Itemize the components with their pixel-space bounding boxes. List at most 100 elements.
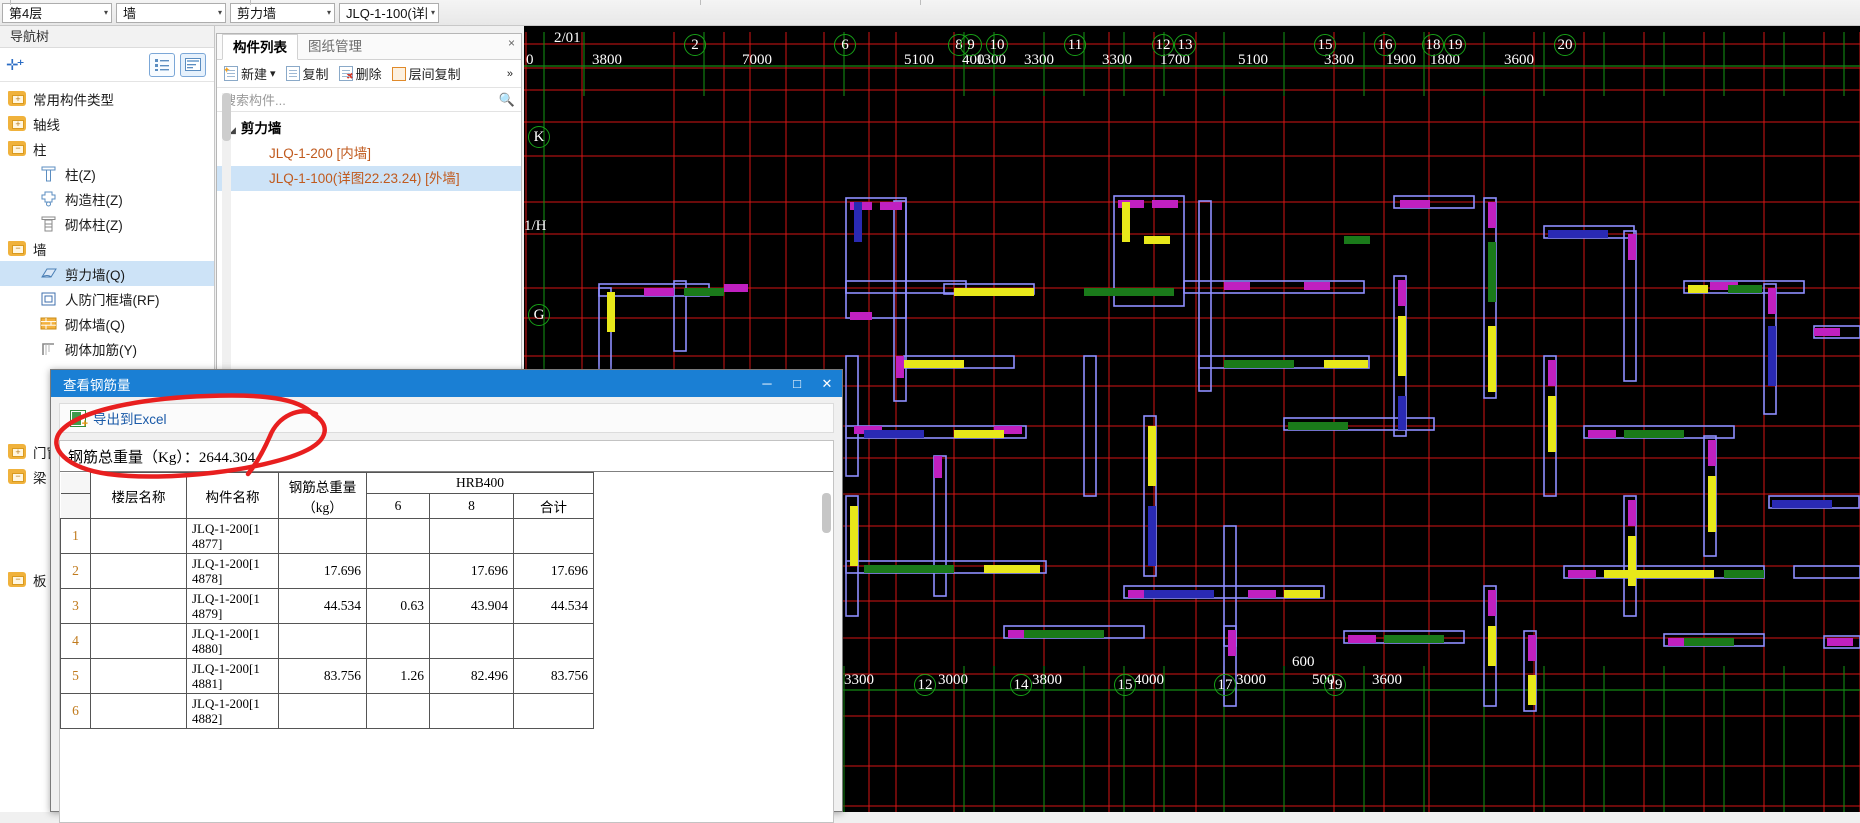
header-total-weight-line1: 钢筋总重量 [288, 479, 357, 495]
cell-sum [513, 623, 594, 659]
sidebar-item-label: 轴线 [33, 117, 60, 133]
axis-marker: G [528, 304, 550, 326]
component-list-scrollbar[interactable] [222, 93, 231, 369]
minimize-button[interactable]: ─ [752, 370, 782, 397]
sidebar-item-6[interactable]: 墙 [0, 236, 214, 261]
table-row[interactable]: 2 JLQ-1-200[1 4878] 17.696 17.696 17.696 [60, 553, 594, 589]
excel-export-icon [70, 409, 88, 430]
sidebar-item-10[interactable]: 砌体加筋(Y) [0, 336, 214, 361]
component-item-jlq-1-100[interactable]: JLQ-1-100(详图22.23.24) [外墙] [217, 166, 521, 191]
dimension-label: 3300 [844, 672, 874, 688]
component-tree: ◢ 剪力墙 JLQ-1-200 [内墙] JLQ-1-100(详图22.23.24… [217, 112, 521, 191]
dimension-label: 7000 [742, 52, 772, 68]
table-header-row-1: 楼层名称 构件名称 钢筋总重量 （kg） HRB400 [60, 472, 594, 519]
new-button[interactable]: ✦ 新建 ▾ [221, 62, 279, 85]
category-select[interactable]: 墙 ▾ [116, 2, 226, 23]
axis-marker: 15 [1114, 674, 1136, 696]
axis-marker: 19 [1324, 674, 1346, 696]
cell-size-8: 43.904 [429, 588, 514, 624]
scrollbar-thumb[interactable] [822, 493, 831, 533]
sidebar-item-2[interactable]: 柱 [0, 136, 214, 161]
sidebar-item-4[interactable]: 构造柱(Z) [0, 186, 214, 211]
list-view-icon[interactable] [149, 52, 175, 77]
copy-button[interactable]: 复制 [283, 62, 332, 85]
folder-open-icon [8, 141, 26, 156]
close-button[interactable]: ✕ [812, 370, 842, 397]
cell-size-6 [366, 553, 430, 589]
sidebar-item-1[interactable]: 轴线 [0, 111, 214, 136]
component-tree-root-label: 剪力墙 [240, 121, 282, 136]
table-row[interactable]: 5 JLQ-1-200[1 4881] 83.756 1.26 82.496 83.756 [60, 658, 594, 694]
scrollbar-thumb[interactable] [222, 93, 231, 141]
table-row[interactable]: 4 JLQ-1-200[1 4880] [60, 623, 594, 659]
cell-sum: 44.534 [513, 588, 594, 624]
cell-size-8 [429, 518, 514, 554]
toolbar-overflow-button[interactable]: » [507, 68, 517, 80]
axis-marker: 17 [1214, 674, 1236, 696]
sidebar-item-label: 柱(Z) [65, 167, 96, 183]
masonry-wall-icon [40, 316, 58, 331]
cell-size-6: 0.63 [366, 588, 430, 624]
dimension-label: 3800 [1032, 672, 1062, 688]
toolbar-spacer [10, 0, 1860, 26]
layer-copy-button[interactable]: 层间复制 [389, 62, 464, 85]
dimension-label: 4000 [1134, 672, 1164, 688]
sparkle-icon[interactable]: ✛⁺ [6, 56, 24, 74]
table-row[interactable]: 1 JLQ-1-200[1 4877] [60, 518, 594, 554]
sidebar-item-5[interactable]: 砌体柱(Z) [0, 211, 214, 236]
search-icon[interactable]: 🔍 [499, 92, 515, 108]
sidebar-item-3[interactable]: 柱(Z) [0, 161, 214, 186]
sidebar-item-label: 梁 [33, 470, 47, 486]
table-row[interactable]: 3 JLQ-1-200[1 4879] 44.534 0.63 43.904 44.534 [60, 588, 594, 624]
total-weight-value: 2644.304 [198, 450, 256, 466]
layer-copy-button-label: 层间复制 [408, 67, 461, 82]
sidebar-item-7[interactable]: 剪力墙(Q) [0, 261, 214, 286]
dimension-label: 5100 [904, 52, 934, 68]
row-number: 6 [60, 693, 91, 729]
tab-component-list[interactable]: 构件列表 [222, 34, 298, 60]
component-search-box[interactable]: 搜索构件... 🔍 [217, 88, 521, 112]
table-row[interactable]: 6 JLQ-1-200[1 4882] [60, 693, 594, 729]
sidebar-item-label: 砌体加筋(Y) [65, 342, 137, 358]
header-grade-hrb400: HRB400 [366, 472, 594, 494]
tab-drawing-management[interactable]: 图纸管理 [298, 34, 372, 59]
sidebar-item-label: 砌体墙(Q) [65, 317, 125, 333]
copy-button-label: 复制 [302, 67, 329, 82]
sheet-scrollbar[interactable] [822, 493, 831, 822]
component-tree-root[interactable]: ◢ 剪力墙 [217, 116, 521, 141]
row-number: 4 [60, 623, 91, 659]
export-to-excel-button[interactable]: 导出到Excel [93, 408, 167, 428]
dialog-title-bar[interactable]: 查看钢筋量 ─ □ ✕ [51, 370, 842, 397]
corner-cell-2 [60, 493, 91, 519]
cell-total-weight: 44.534 [278, 588, 367, 624]
sidebar-item-0[interactable]: 常用构件类型 [0, 86, 214, 111]
component-select[interactable]: JLQ-1-100(详图 ▾ [339, 2, 439, 23]
delete-icon: ✖ [338, 66, 354, 81]
new-button-label: 新建 [241, 67, 268, 82]
close-icon[interactable]: × [508, 36, 515, 50]
cell-total-weight: 17.696 [278, 553, 367, 589]
axis-marker: 12 [914, 674, 936, 696]
header-size-6: 6 [366, 493, 430, 519]
component-item-jlq-1-200[interactable]: JLQ-1-200 [内墙] [217, 141, 521, 166]
delete-button[interactable]: ✖ 删除 [336, 62, 385, 85]
cell-total-weight [278, 623, 367, 659]
wall-type-select[interactable]: 剪力墙 ▾ [230, 2, 335, 23]
view-rebar-quantity-dialog: 查看钢筋量 ─ □ ✕ 导出到Excel 钢筋总重量（Kg）：2644.304 … [50, 369, 843, 823]
axis-marker: 18 [1422, 34, 1444, 56]
maximize-button[interactable]: □ [782, 370, 812, 397]
detail-view-icon[interactable] [180, 52, 206, 77]
floor-select-value: 第4层 [9, 6, 43, 21]
cell-floor [90, 518, 187, 554]
sidebar-item-8[interactable]: 人防门框墙(RF) [0, 286, 214, 311]
chevron-down-icon: ▾ [326, 8, 331, 17]
search-input-placeholder: 搜索构件... [223, 93, 286, 108]
floor-select[interactable]: 第4层 ▾ [2, 2, 112, 23]
cell-total-weight [278, 693, 367, 729]
header-total-weight-line2: （kg） [302, 499, 343, 515]
sidebar-item-9[interactable]: 砌体墙(Q) [0, 311, 214, 336]
cell-size-8: 82.496 [429, 658, 514, 694]
dimension-label: 600 [1292, 654, 1315, 670]
sidebar-item-label: 板 [33, 573, 47, 589]
cell-component-name: JLQ-1-200[1 4881] [186, 658, 279, 694]
